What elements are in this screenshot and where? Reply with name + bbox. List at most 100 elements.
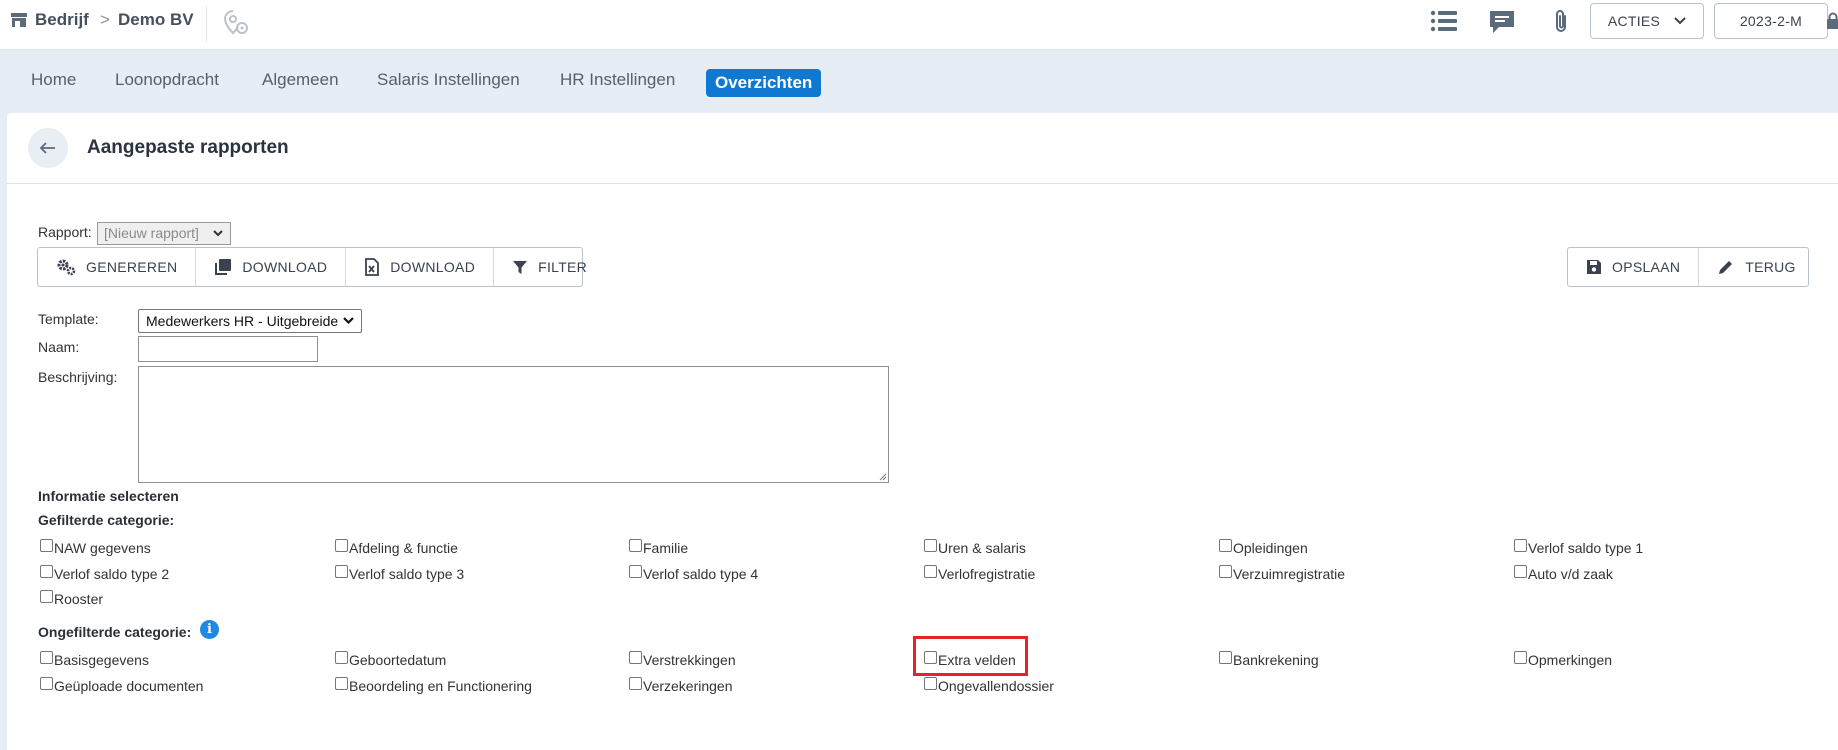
checkbox-label: Uren & salaris bbox=[938, 540, 1026, 556]
download-label-2: DOWNLOAD bbox=[390, 259, 476, 275]
filter-label: FILTER bbox=[538, 259, 588, 275]
checkbox-familie[interactable]: Familie bbox=[629, 538, 688, 556]
checkbox[interactable] bbox=[1514, 651, 1527, 664]
unfiltered-heading: Ongefilterde categorie: bbox=[38, 624, 192, 640]
filter-button[interactable]: FILTER bbox=[494, 248, 605, 286]
download-copy-button[interactable]: DOWNLOAD bbox=[196, 248, 347, 286]
checkbox[interactable] bbox=[335, 677, 348, 690]
checkbox-verzekeringen[interactable]: Verzekeringen bbox=[629, 676, 733, 694]
breadcrumb-entity[interactable]: Demo BV bbox=[118, 10, 194, 30]
tab-algemeen[interactable]: Algemeen bbox=[262, 70, 339, 90]
checkbox-rooster[interactable]: Rooster bbox=[40, 589, 103, 607]
back-toolbar-button[interactable]: TERUG bbox=[1699, 248, 1814, 286]
checkbox[interactable] bbox=[1219, 539, 1232, 552]
chevron-down-icon bbox=[213, 230, 223, 237]
checkbox-label: Beoordeling en Functionering bbox=[349, 678, 532, 694]
arrow-left-icon bbox=[40, 142, 55, 154]
checkbox[interactable] bbox=[629, 565, 642, 578]
checkbox-afdeling-functie[interactable]: Afdeling & functie bbox=[335, 538, 458, 556]
checkbox-geuploade-documenten[interactable]: Geüploade documenten bbox=[40, 676, 203, 694]
report-toolbar: GENEREREN DOWNLOAD DOWNLOAD FILTER bbox=[37, 247, 587, 287]
chat-icon[interactable] bbox=[1487, 8, 1517, 41]
breadcrumb-company[interactable]: Bedrijf bbox=[35, 10, 89, 30]
download-excel-button[interactable]: DOWNLOAD bbox=[346, 248, 495, 286]
checkbox-naw-gegevens[interactable]: NAW gegevens bbox=[40, 538, 151, 556]
back-button[interactable] bbox=[28, 128, 68, 168]
checkbox-label: Verstrekkingen bbox=[643, 652, 736, 668]
breadcrumb-separator: > bbox=[100, 10, 110, 29]
checkbox-label: Opmerkingen bbox=[1528, 652, 1613, 668]
checkbox[interactable] bbox=[335, 565, 348, 578]
checkbox[interactable] bbox=[1219, 565, 1232, 578]
beschrijving-textarea[interactable] bbox=[138, 366, 889, 483]
checkbox-geboortedatum[interactable]: Geboortedatum bbox=[335, 650, 446, 668]
beschrijving-label: Beschrijving: bbox=[38, 369, 118, 385]
checkbox-verlofregistratie[interactable]: Verlofregistratie bbox=[924, 564, 1035, 582]
checkbox-verlof-saldo-type-3[interactable]: Verlof saldo type 3 bbox=[335, 564, 464, 582]
checkbox[interactable] bbox=[1514, 539, 1527, 552]
checkbox[interactable] bbox=[40, 590, 53, 603]
checkbox[interactable] bbox=[40, 651, 53, 664]
checkbox-verlof-saldo-type-4[interactable]: Verlof saldo type 4 bbox=[629, 564, 758, 582]
checkbox[interactable] bbox=[40, 539, 53, 552]
checkbox-ongevallendossier[interactable]: Ongevallendossier bbox=[924, 676, 1054, 694]
checkbox-label: Ongevallendossier bbox=[938, 678, 1054, 694]
checkbox-verlof-saldo-type-1[interactable]: Verlof saldo type 1 bbox=[1514, 538, 1643, 556]
checkbox-verstrekkingen[interactable]: Verstrekkingen bbox=[629, 650, 736, 668]
checkbox-label: Geboortedatum bbox=[349, 652, 447, 668]
checkbox-label: Basisgegevens bbox=[54, 652, 149, 668]
checkbox-basisgegevens[interactable]: Basisgegevens bbox=[40, 650, 149, 668]
actions-dropdown-button[interactable]: ACTIES bbox=[1590, 3, 1704, 39]
template-select-value: Medewerkers HR - Uitgebreide bbox=[146, 313, 339, 329]
checkbox[interactable] bbox=[629, 539, 642, 552]
checkbox-uren-salaris[interactable]: Uren & salaris bbox=[924, 538, 1026, 556]
info-heading: Informatie selecteren bbox=[38, 488, 179, 504]
naam-input[interactable] bbox=[138, 336, 318, 362]
checkbox[interactable] bbox=[924, 539, 937, 552]
tab-hr-instellingen[interactable]: HR Instellingen bbox=[560, 70, 675, 90]
resize-handle-icon[interactable] bbox=[879, 473, 887, 481]
checkbox[interactable] bbox=[629, 651, 642, 664]
tab-home[interactable]: Home bbox=[31, 70, 76, 90]
checkbox-label: Verzekeringen bbox=[643, 678, 733, 694]
checkbox-verlof-saldo-type-2[interactable]: Verlof saldo type 2 bbox=[40, 564, 169, 582]
save-button[interactable]: OPSLAAN bbox=[1568, 248, 1700, 286]
filtered-heading: Gefilterde categorie: bbox=[38, 512, 175, 528]
template-label: Template: bbox=[38, 311, 99, 327]
rapport-select[interactable]: [Nieuw rapport] bbox=[97, 222, 231, 245]
checkbox-beoordeling-functionering[interactable]: Beoordeling en Functionering bbox=[335, 676, 532, 694]
checkbox-label: Verlof saldo type 4 bbox=[643, 566, 759, 582]
checkbox[interactable] bbox=[924, 677, 937, 690]
template-select[interactable]: Medewerkers HR - Uitgebreide bbox=[138, 309, 362, 333]
checkbox[interactable] bbox=[40, 677, 53, 690]
checkbox[interactable] bbox=[1219, 651, 1232, 664]
tab-salaris-instellingen[interactable]: Salaris Instellingen bbox=[377, 70, 520, 90]
checkbox[interactable] bbox=[335, 539, 348, 552]
checkbox[interactable] bbox=[924, 565, 937, 578]
checkbox[interactable] bbox=[629, 677, 642, 690]
checkbox-opmerkingen[interactable]: Opmerkingen bbox=[1514, 650, 1612, 668]
period-button[interactable]: 2023-2-M bbox=[1714, 3, 1828, 39]
excel-file-icon bbox=[365, 258, 380, 276]
checkbox-label: Verlofregistratie bbox=[938, 566, 1036, 582]
checkbox-label: Bankrekening bbox=[1233, 652, 1319, 668]
paperclip-icon[interactable] bbox=[1550, 8, 1572, 41]
info-icon[interactable]: i bbox=[200, 620, 219, 639]
lock-icon[interactable] bbox=[1826, 12, 1838, 35]
checkbox-opleidingen[interactable]: Opleidingen bbox=[1219, 538, 1308, 556]
checkbox[interactable] bbox=[335, 651, 348, 664]
actions-label: ACTIES bbox=[1607, 13, 1661, 29]
checkbox[interactable] bbox=[1514, 565, 1527, 578]
generate-button[interactable]: GENEREREN bbox=[38, 248, 197, 286]
divider bbox=[206, 6, 207, 42]
tab-overzichten[interactable]: Overzichten bbox=[706, 69, 822, 97]
checkbox-verzuimregistratie[interactable]: Verzuimregistratie bbox=[1219, 564, 1345, 582]
header-divider bbox=[7, 183, 1838, 184]
tab-loonopdracht[interactable]: Loonopdracht bbox=[115, 70, 219, 90]
back-label: TERUG bbox=[1745, 259, 1796, 275]
checkbox-bankrekening[interactable]: Bankrekening bbox=[1219, 650, 1319, 668]
checkbox-auto-vd-zaak[interactable]: Auto v/d zaak bbox=[1514, 564, 1613, 582]
location-settings-icon[interactable] bbox=[222, 8, 250, 41]
list-icon[interactable] bbox=[1430, 8, 1458, 39]
checkbox[interactable] bbox=[40, 565, 53, 578]
